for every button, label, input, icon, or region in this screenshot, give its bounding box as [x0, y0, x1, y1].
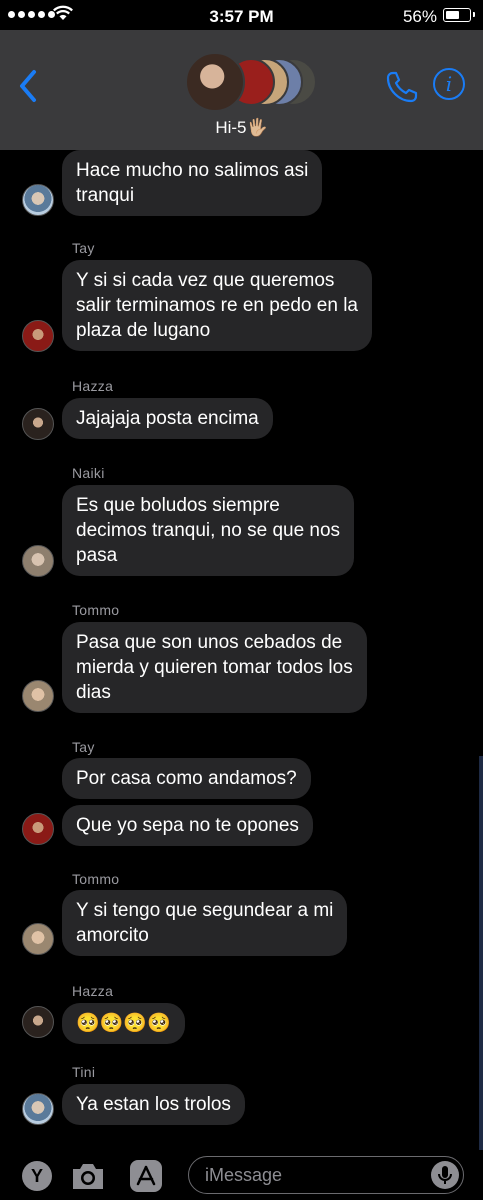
scroll-indicator[interactable] — [479, 756, 483, 1151]
back-chevron-icon[interactable] — [14, 66, 44, 106]
sender-name: Tini — [72, 1064, 96, 1080]
sender-name: Naiki — [72, 465, 105, 481]
message-bubble[interactable]: Y si si cada vez que queremos salir term… — [62, 260, 372, 351]
sender-name: Hazza — [72, 983, 114, 999]
avatar — [185, 52, 245, 112]
app-y-button[interactable]: Y — [22, 1161, 52, 1191]
phone-icon[interactable] — [385, 70, 419, 104]
message-bubble[interactable]: Y si tengo que segundear a mi amorcito — [62, 890, 348, 956]
avatar[interactable] — [22, 1093, 54, 1125]
sender-name: Tay — [72, 240, 95, 256]
avatar[interactable] — [22, 184, 54, 216]
sender-name: Tay — [72, 739, 95, 755]
sender-name: Hazza — [72, 378, 114, 394]
avatar[interactable] — [22, 320, 54, 352]
avatar[interactable] — [22, 408, 54, 440]
status-bar: 3:57 PM 56% — [0, 0, 483, 30]
sender-name: Tommo — [72, 602, 120, 618]
message-bubble[interactable]: Por casa como andamos? — [62, 758, 311, 799]
info-icon[interactable]: i — [433, 68, 465, 100]
message-bubble[interactable]: Jajajaja posta encima — [62, 398, 273, 439]
conversation-header: Hi-5🖐🏼 i — [0, 30, 483, 150]
camera-icon[interactable] — [70, 1160, 106, 1192]
message-bubble[interactable]: Pasa que son unos cebados de mierda y qu… — [62, 622, 367, 713]
microphone-icon[interactable] — [431, 1161, 459, 1189]
message-bubble[interactable]: Hace mucho no salimos asi tranqui — [62, 150, 323, 216]
battery-icon — [443, 8, 475, 22]
sender-name: Tommo — [72, 871, 120, 887]
app-store-icon[interactable] — [130, 1160, 162, 1192]
avatar[interactable] — [22, 923, 54, 955]
message-bubble[interactable]: Es que boludos siempre decimos tranqui, … — [62, 485, 355, 576]
group-avatars[interactable] — [185, 52, 317, 114]
avatar[interactable] — [22, 545, 54, 577]
imessage-field[interactable] — [188, 1156, 464, 1194]
message-bubble[interactable]: 🥺🥺🥺🥺 — [62, 1003, 185, 1044]
message-bubble[interactable]: Que yo sepa no te opones — [62, 805, 313, 846]
avatar[interactable] — [22, 813, 54, 845]
composer-bar: Y — [0, 1150, 483, 1200]
avatar[interactable] — [22, 680, 54, 712]
message-list[interactable]: Hace mucho no salimos asi tranqui Tay Y si… — [0, 150, 483, 1150]
group-title[interactable]: Hi-5🖐🏼 — [0, 118, 483, 138]
avatar[interactable] — [22, 1006, 54, 1038]
battery-percent: 56% — [402, 7, 437, 26]
message-bubble[interactable]: Ya estan los trolos — [62, 1084, 245, 1125]
message-input[interactable] — [205, 1165, 405, 1186]
